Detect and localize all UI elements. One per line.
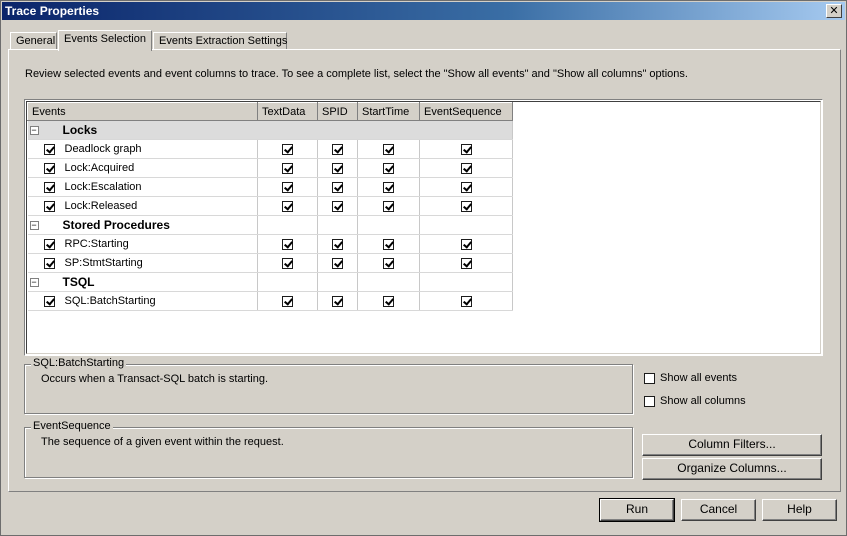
- starttime-checkbox[interactable]: [383, 257, 394, 269]
- group-label: Locks: [62, 123, 98, 137]
- tab-events-extraction-settings[interactable]: Events Extraction Settings: [153, 32, 287, 50]
- run-button[interactable]: Run: [599, 498, 675, 522]
- event-name: SP:StmtStarting: [64, 257, 143, 270]
- column-description-text: The sequence of a given event within the…: [41, 436, 284, 448]
- close-icon[interactable]: ✕: [826, 4, 842, 18]
- show-all-columns-label: Show all columns: [660, 395, 746, 408]
- collapse-icon[interactable]: −: [29, 220, 39, 230]
- starttime-checkbox[interactable]: [383, 162, 394, 174]
- event-checkbox[interactable]: [43, 162, 55, 174]
- eventsequence-checkbox[interactable]: [460, 295, 472, 307]
- table-row: Lock:Escalation: [27, 177, 513, 197]
- event-name: SQL:BatchStarting: [64, 295, 156, 308]
- events-table: Events TextData SPID StartTime EventSequ…: [27, 102, 513, 311]
- table-row: SQL:BatchStarting: [27, 291, 513, 311]
- event-checkbox[interactable]: [43, 143, 55, 155]
- column-header-spid[interactable]: SPID: [317, 102, 358, 121]
- group-row-locks: − Locks: [27, 120, 513, 140]
- table-row: RPC:Starting: [27, 234, 513, 254]
- column-filters-button[interactable]: Column Filters...: [642, 434, 822, 456]
- show-all-columns-checkbox[interactable]: [644, 395, 655, 407]
- title-bar: Trace Properties ✕: [2, 2, 845, 20]
- starttime-checkbox[interactable]: [383, 200, 394, 212]
- event-checkbox[interactable]: [43, 257, 55, 269]
- spid-checkbox[interactable]: [332, 162, 343, 174]
- table-row: Lock:Acquired: [27, 158, 513, 178]
- organize-columns-button[interactable]: Organize Columns...: [642, 458, 822, 480]
- show-all-columns-option[interactable]: Show all columns: [644, 395, 746, 407]
- column-description-title: EventSequence: [31, 420, 113, 432]
- starttime-checkbox[interactable]: [383, 181, 394, 193]
- textdata-checkbox[interactable]: [282, 295, 293, 307]
- table-row: SP:StmtStarting: [27, 253, 513, 273]
- starttime-checkbox[interactable]: [383, 238, 394, 250]
- table-row: Deadlock graph: [27, 139, 513, 159]
- eventsequence-checkbox[interactable]: [460, 257, 472, 269]
- help-button[interactable]: Help: [762, 499, 837, 521]
- events-selection-panel: Review selected events and event columns…: [8, 49, 841, 492]
- event-description-text: Occurs when a Transact-SQL batch is star…: [41, 373, 269, 385]
- collapse-icon[interactable]: −: [29, 125, 39, 135]
- spid-checkbox[interactable]: [332, 238, 343, 250]
- eventsequence-checkbox[interactable]: [460, 238, 472, 250]
- show-all-events-label: Show all events: [660, 372, 738, 385]
- event-name: Lock:Acquired: [64, 162, 135, 175]
- event-description-box: SQL:BatchStarting Occurs when a Transact…: [24, 357, 633, 414]
- eventsequence-checkbox[interactable]: [460, 143, 472, 155]
- textdata-checkbox[interactable]: [282, 162, 293, 174]
- event-name: Lock:Released: [64, 200, 138, 213]
- textdata-checkbox[interactable]: [282, 200, 293, 212]
- textdata-checkbox[interactable]: [282, 257, 293, 269]
- event-checkbox[interactable]: [43, 238, 55, 250]
- group-label: Stored Procedures: [62, 218, 170, 232]
- spid-checkbox[interactable]: [332, 257, 343, 269]
- instruction-text: Review selected events and event columns…: [25, 68, 688, 80]
- show-all-events-checkbox[interactable]: [644, 372, 655, 384]
- column-header-events[interactable]: Events: [27, 102, 258, 121]
- tab-events-selection[interactable]: Events Selection: [58, 30, 152, 51]
- event-name: Lock:Escalation: [64, 181, 142, 194]
- eventsequence-checkbox[interactable]: [460, 200, 472, 212]
- tab-general[interactable]: General: [10, 32, 57, 50]
- event-checkbox[interactable]: [43, 295, 55, 307]
- event-name: RPC:Starting: [64, 238, 129, 251]
- column-header-eventsequence[interactable]: EventSequence: [419, 102, 513, 121]
- event-description-title: SQL:BatchStarting: [31, 357, 127, 369]
- group-row-stored-procedures: − Stored Procedures: [27, 215, 513, 235]
- events-grid: Events TextData SPID StartTime EventSequ…: [26, 101, 821, 354]
- spid-checkbox[interactable]: [332, 143, 343, 155]
- show-all-events-option[interactable]: Show all events: [644, 372, 737, 384]
- column-header-textdata[interactable]: TextData: [257, 102, 318, 121]
- group-label: TSQL: [62, 275, 95, 289]
- event-checkbox[interactable]: [43, 181, 55, 193]
- eventsequence-checkbox[interactable]: [460, 162, 472, 174]
- cancel-button[interactable]: Cancel: [681, 499, 756, 521]
- table-row: Lock:Released: [27, 196, 513, 216]
- textdata-checkbox[interactable]: [282, 238, 293, 250]
- collapse-icon[interactable]: −: [29, 277, 39, 287]
- event-checkbox[interactable]: [43, 200, 55, 212]
- starttime-checkbox[interactable]: [383, 143, 394, 155]
- eventsequence-checkbox[interactable]: [460, 181, 472, 193]
- starttime-checkbox[interactable]: [383, 295, 394, 307]
- group-row-tsql: − TSQL: [27, 272, 513, 292]
- textdata-checkbox[interactable]: [282, 143, 293, 155]
- column-description-box: EventSequence The sequence of a given ev…: [24, 420, 633, 478]
- window-title: Trace Properties: [5, 4, 100, 18]
- textdata-checkbox[interactable]: [282, 181, 293, 193]
- event-name: Deadlock graph: [64, 143, 142, 156]
- spid-checkbox[interactable]: [332, 181, 343, 193]
- events-grid-frame: Events TextData SPID StartTime EventSequ…: [24, 99, 823, 356]
- column-header-starttime[interactable]: StartTime: [357, 102, 420, 121]
- spid-checkbox[interactable]: [332, 295, 343, 307]
- spid-checkbox[interactable]: [332, 200, 343, 212]
- trace-properties-window: Trace Properties ✕ General Events Select…: [0, 0, 847, 536]
